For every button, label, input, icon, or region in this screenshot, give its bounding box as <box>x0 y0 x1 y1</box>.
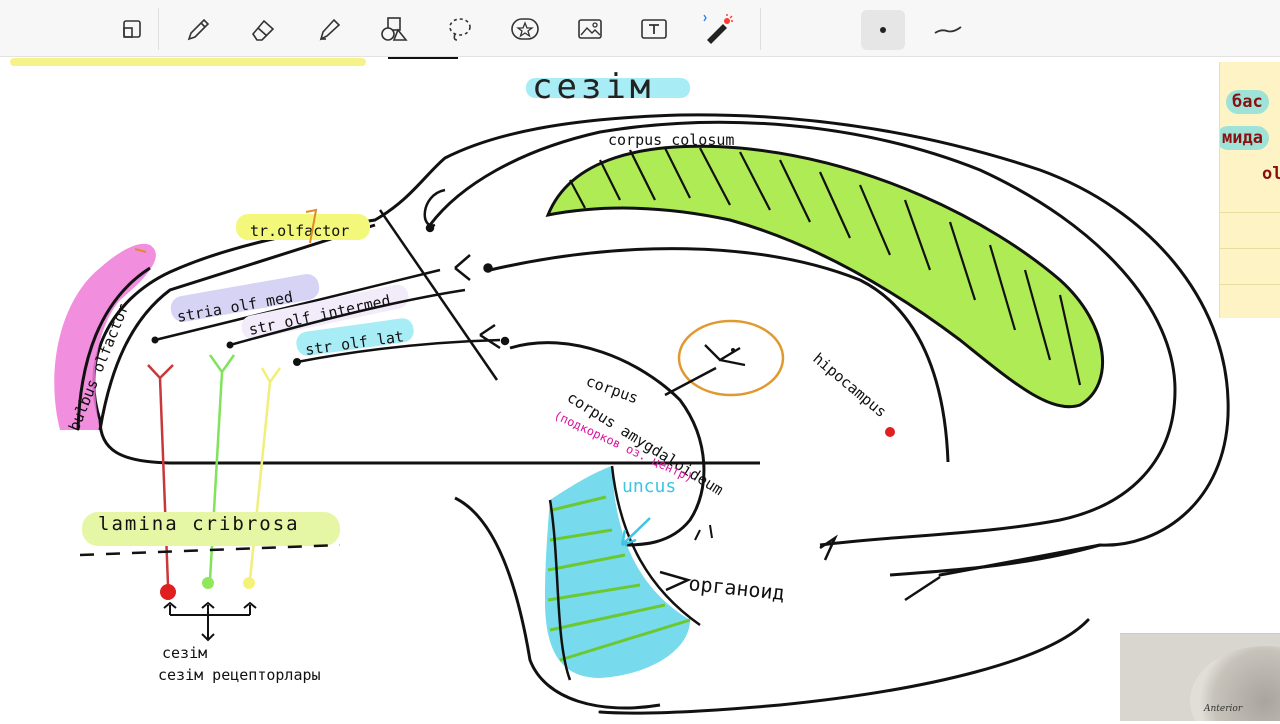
toolbar-divider <box>158 8 159 50</box>
side-note-rule <box>1220 212 1280 213</box>
side-note-line2: мида <box>1220 126 1269 150</box>
organoid-label: органоид <box>687 571 785 605</box>
hippocampus-red-dot <box>885 427 895 437</box>
organoid-arrow <box>659 570 692 592</box>
corpus-callosum-label: corpus colosum <box>608 131 734 149</box>
toolbar-divider <box>760 8 761 50</box>
circle-dot <box>731 348 735 352</box>
laser-pointer-icon[interactable] <box>698 10 738 48</box>
stria-med-dot <box>151 336 159 344</box>
text-icon[interactable] <box>634 10 674 48</box>
receptor-arrowheads <box>163 601 257 642</box>
eraser-icon[interactable] <box>243 10 283 48</box>
lamina-label: lamina cribrosa <box>98 513 300 535</box>
note-canvas[interactable]: сезім corpus colosum bulbus olfactor tr.… <box>0 57 1280 720</box>
yellow-highlight-strip <box>10 58 366 66</box>
stria-lat-dot <box>293 358 301 366</box>
anatomy-thumbnail[interactable]: Anterior <box>1120 633 1280 721</box>
side-note-page[interactable]: бас мида ol <box>1219 62 1280 318</box>
tick-mark <box>904 575 941 602</box>
highlighter-icon[interactable] <box>309 10 349 48</box>
receptors-label: сезім рецепторлары <box>158 666 321 684</box>
sticker-icon[interactable] <box>505 10 545 48</box>
stroke-style-icon[interactable] <box>929 10 969 48</box>
side-note-line1: бас <box>1226 90 1269 114</box>
brain-diagram: сезім corpus colosum bulbus olfactor tr.… <box>10 57 1230 715</box>
circle-inner-mark <box>704 344 746 367</box>
thumbnail-caption: Anterior <box>1204 704 1243 714</box>
receptor-dot-green <box>202 577 214 589</box>
side-note-rule <box>1220 284 1280 285</box>
toolbar <box>0 0 1280 57</box>
receptor-bracket <box>169 605 251 640</box>
side-note-rule <box>1220 248 1280 249</box>
receptors-label-line1: сезім <box>162 644 207 662</box>
tract-label: tr.olfactor <box>250 222 349 240</box>
receptor-dot-red <box>160 584 176 600</box>
diagram-title: сезім <box>532 67 654 107</box>
uncus-label: uncus <box>622 476 676 497</box>
tick-mark <box>694 524 713 541</box>
lasso-icon[interactable] <box>440 10 480 48</box>
orange-circle <box>677 319 785 397</box>
shapes-icon[interactable] <box>374 10 414 48</box>
lamina-dashed-line <box>79 543 341 557</box>
receptor-dot-yellow <box>243 577 255 589</box>
dot-pen-size-icon[interactable] <box>861 10 905 50</box>
image-icon[interactable] <box>570 10 610 48</box>
stria-intermed-dot <box>226 341 234 349</box>
hippocampus-label: hipocampus <box>809 349 890 421</box>
layout-icon[interactable] <box>112 10 152 48</box>
tick-mark <box>819 534 838 561</box>
pen-icon[interactable] <box>178 10 218 48</box>
side-note-line3: ol <box>1262 164 1280 184</box>
